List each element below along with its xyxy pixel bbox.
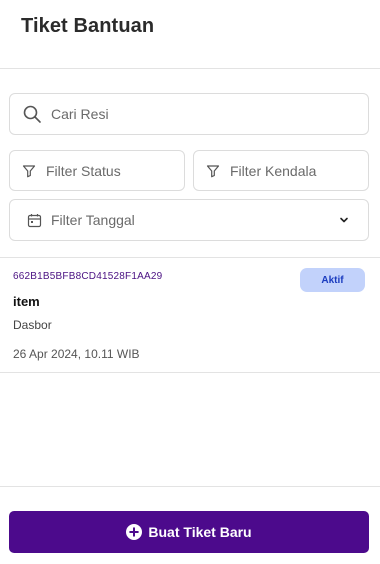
page-title: Tiket Bantuan: [21, 15, 155, 37]
search-icon: [22, 104, 42, 124]
search-input[interactable]: Cari Resi: [9, 93, 369, 135]
filter-kendala-label: Filter Kendala: [230, 162, 317, 179]
funnel-icon: [22, 164, 36, 178]
create-ticket-label: Buat Tiket Baru: [148, 524, 252, 540]
calendar-icon: [27, 213, 42, 228]
filter-row: Filter Status Filter Kendala: [9, 150, 369, 191]
filter-status-button[interactable]: Filter Status: [9, 150, 185, 191]
filter-date-dropdown[interactable]: Filter Tanggal: [9, 199, 369, 241]
ticket-date: 26 Apr 2024, 10.11 WIB: [13, 347, 140, 361]
chevron-down-icon: [338, 214, 350, 226]
filter-status-label: Filter Status: [46, 162, 121, 179]
filter-kendala-button[interactable]: Filter Kendala: [193, 150, 369, 191]
search-placeholder: Cari Resi: [51, 106, 109, 122]
filter-date-label: Filter Tanggal: [51, 212, 135, 228]
ticket-card[interactable]: 662B1B5BFB8CD41528F1AA29 Aktif item Dasb…: [0, 258, 380, 373]
page-footer: Buat Tiket Baru: [0, 486, 380, 564]
ticket-list: 662B1B5BFB8CD41528F1AA29 Aktif item Dasb…: [0, 257, 380, 373]
plus-circle-icon: [126, 524, 143, 540]
status-badge: Aktif: [300, 268, 365, 292]
ticket-page: Tiket Bantuan Cari Resi Filter Status Fi…: [0, 0, 380, 564]
ticket-category: Dasbor: [13, 318, 52, 332]
create-ticket-button[interactable]: Buat Tiket Baru: [9, 511, 369, 553]
funnel-icon: [206, 164, 220, 178]
filter-section: Cari Resi Filter Status Filter Kendala F…: [0, 69, 380, 241]
page-header: Tiket Bantuan: [0, 0, 380, 69]
ticket-title: item: [13, 294, 40, 309]
